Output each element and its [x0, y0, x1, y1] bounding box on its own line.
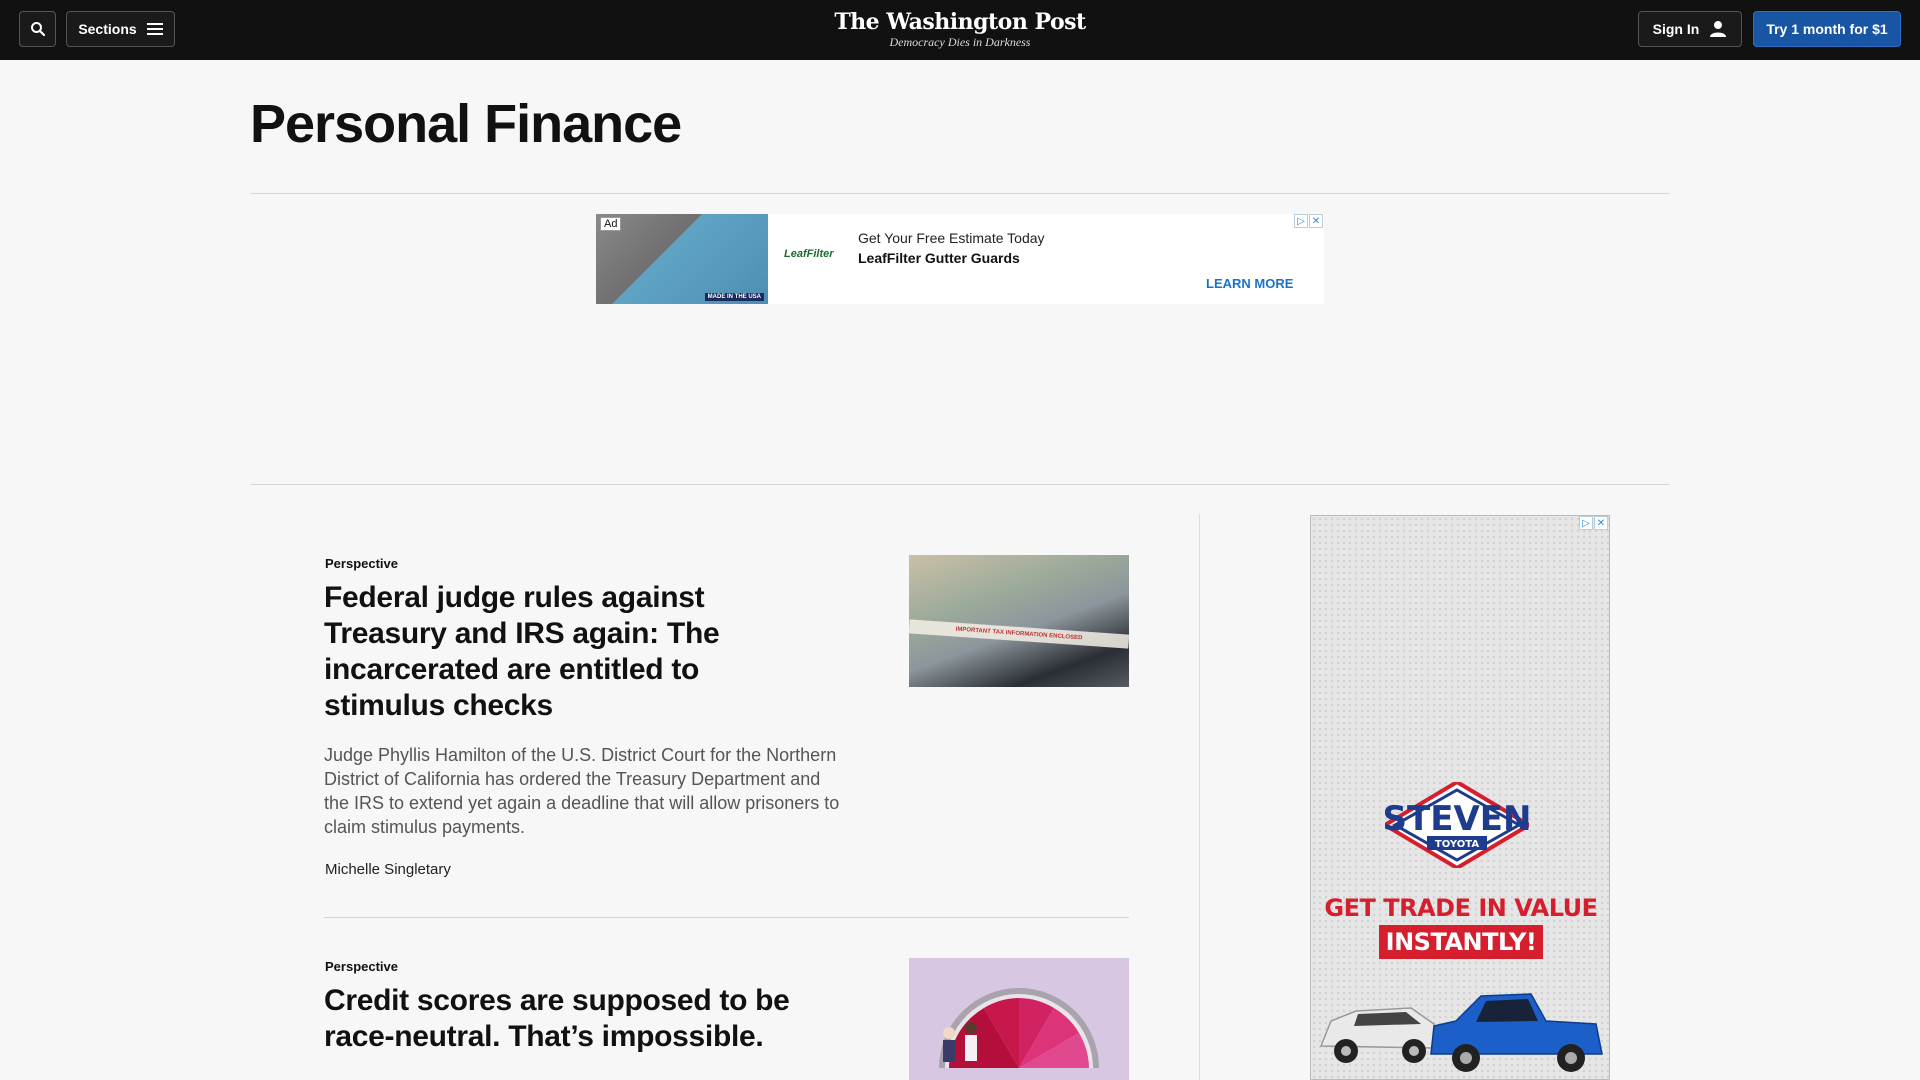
article-label: Perspective: [325, 959, 398, 974]
ad-divider: [250, 484, 1670, 485]
ad-close-icon[interactable]: ✕: [1594, 516, 1608, 530]
ad-close-icon[interactable]: ✕: [1309, 214, 1323, 228]
article-divider: [324, 917, 1129, 918]
adchoices-icon[interactable]: ▷: [1294, 214, 1308, 228]
article-byline[interactable]: Michelle Singletary: [325, 861, 451, 878]
credit-gauge-illustration: [939, 988, 1099, 1068]
leaffilter-logo: LeafFilter: [784, 248, 834, 260]
article-thumbnail-credit-gauge[interactable]: [909, 958, 1129, 1080]
user-icon: [1710, 21, 1727, 37]
adchoices-icon[interactable]: ▷: [1579, 516, 1593, 530]
sign-in-button[interactable]: Sign In: [1638, 11, 1742, 47]
title-divider: [250, 193, 1670, 194]
vehicles-image: [1319, 993, 1603, 1072]
article-headline[interactable]: Credit scores are supposed to be race-ne…: [324, 983, 844, 1055]
logo-wordmark: The Washington Post: [834, 9, 1086, 35]
ad-learn-more-link[interactable]: LEARN MORE: [1206, 276, 1293, 291]
toyota-wordmark: TOYOTA: [1435, 839, 1479, 850]
search-icon: [30, 22, 45, 37]
tax-envelope-text: IMPORTANT TAX INFORMATION ENCLOSED: [909, 619, 1129, 649]
search-button[interactable]: [19, 11, 56, 47]
promo-line-1: GET TRADE IN VALUE: [1324, 894, 1598, 922]
page-title: Personal Finance: [250, 94, 682, 154]
ad-badge: Ad: [600, 217, 622, 231]
ad-headline: Get Your Free Estimate Today: [858, 230, 1045, 246]
subscribe-trial-button[interactable]: Try 1 month for $1: [1753, 11, 1901, 47]
article-blurb: Judge Phyllis Hamilton of the U.S. Distr…: [324, 745, 840, 837]
steven-wordmark: STEVEN: [1385, 799, 1529, 839]
sections-label: Sections: [78, 21, 137, 37]
trial-label: Try 1 month for $1: [1766, 21, 1888, 37]
article-headline[interactable]: Federal judge rules against Treasury and…: [324, 580, 784, 724]
sign-in-label: Sign In: [1652, 21, 1700, 37]
ad-gutter-image: Ad MADE IN THE USA: [596, 214, 768, 304]
logo-tagline: Democracy Dies in Darkness: [889, 35, 1031, 49]
toyota-dealer-ad[interactable]: ▷ ✕ STEVEN TOYOTA GET TRADE IN VALUE INS…: [1310, 515, 1610, 1080]
steven-toyota-logo: STEVEN TOYOTA: [1385, 782, 1529, 868]
ad-subline: LeafFilter Gutter Guards: [858, 250, 1020, 266]
promo-line-2: INSTANTLY!: [1379, 925, 1543, 959]
sections-menu-button[interactable]: Sections: [66, 11, 175, 47]
washington-post-logo[interactable]: The Washington Post Democracy Dies in Da…: [810, 9, 1110, 49]
made-in-usa-badge: MADE IN THE USA: [704, 293, 764, 301]
article-thumbnail-stimulus-check[interactable]: IMPORTANT TAX INFORMATION ENCLOSED: [909, 555, 1129, 687]
column-divider: [1199, 514, 1200, 1080]
article-label: Perspective: [325, 556, 398, 571]
hamburger-menu-icon: [146, 23, 163, 35]
leaffilter-ad-banner[interactable]: Ad MADE IN THE USA LeafFilter Get Your F…: [596, 214, 1324, 304]
top-navigation-bar: Sections The Washington Post Democracy D…: [0, 0, 1920, 60]
